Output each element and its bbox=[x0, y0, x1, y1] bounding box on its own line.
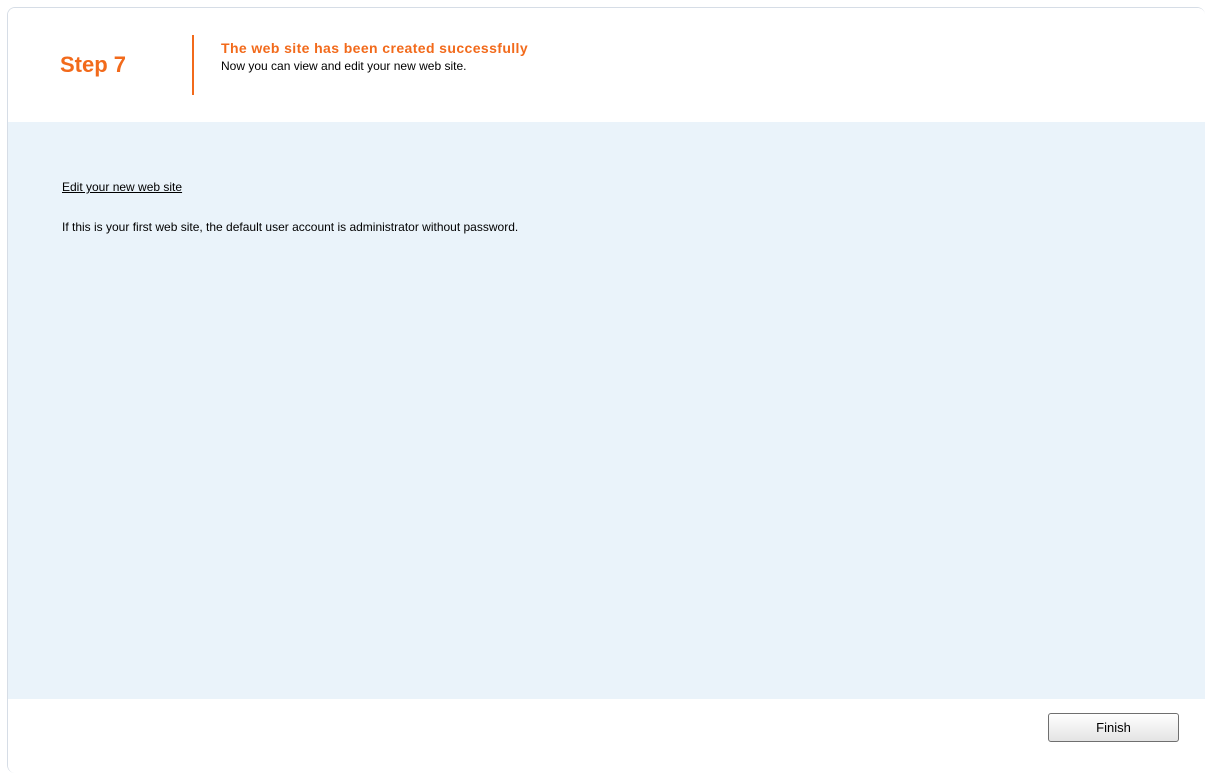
edit-web-site-link[interactable]: Edit your new web site bbox=[62, 180, 182, 195]
header-divider bbox=[192, 35, 194, 95]
default-account-info: If this is your first web site, the defa… bbox=[62, 220, 519, 234]
wizard-panel: Step 7 The web site has been created suc… bbox=[7, 7, 1205, 773]
step-label: Step 7 bbox=[60, 52, 127, 77]
wizard-content: Edit your new web site If this is your f… bbox=[8, 122, 1205, 699]
wizard-footer: Finish bbox=[8, 699, 1205, 773]
finish-button[interactable]: Finish bbox=[1048, 713, 1179, 742]
page-subtitle: Now you can view and edit your new web s… bbox=[221, 59, 467, 73]
page-title: The web site has been created successful… bbox=[221, 40, 529, 56]
wizard-header: Step 7 The web site has been created suc… bbox=[8, 8, 1205, 122]
